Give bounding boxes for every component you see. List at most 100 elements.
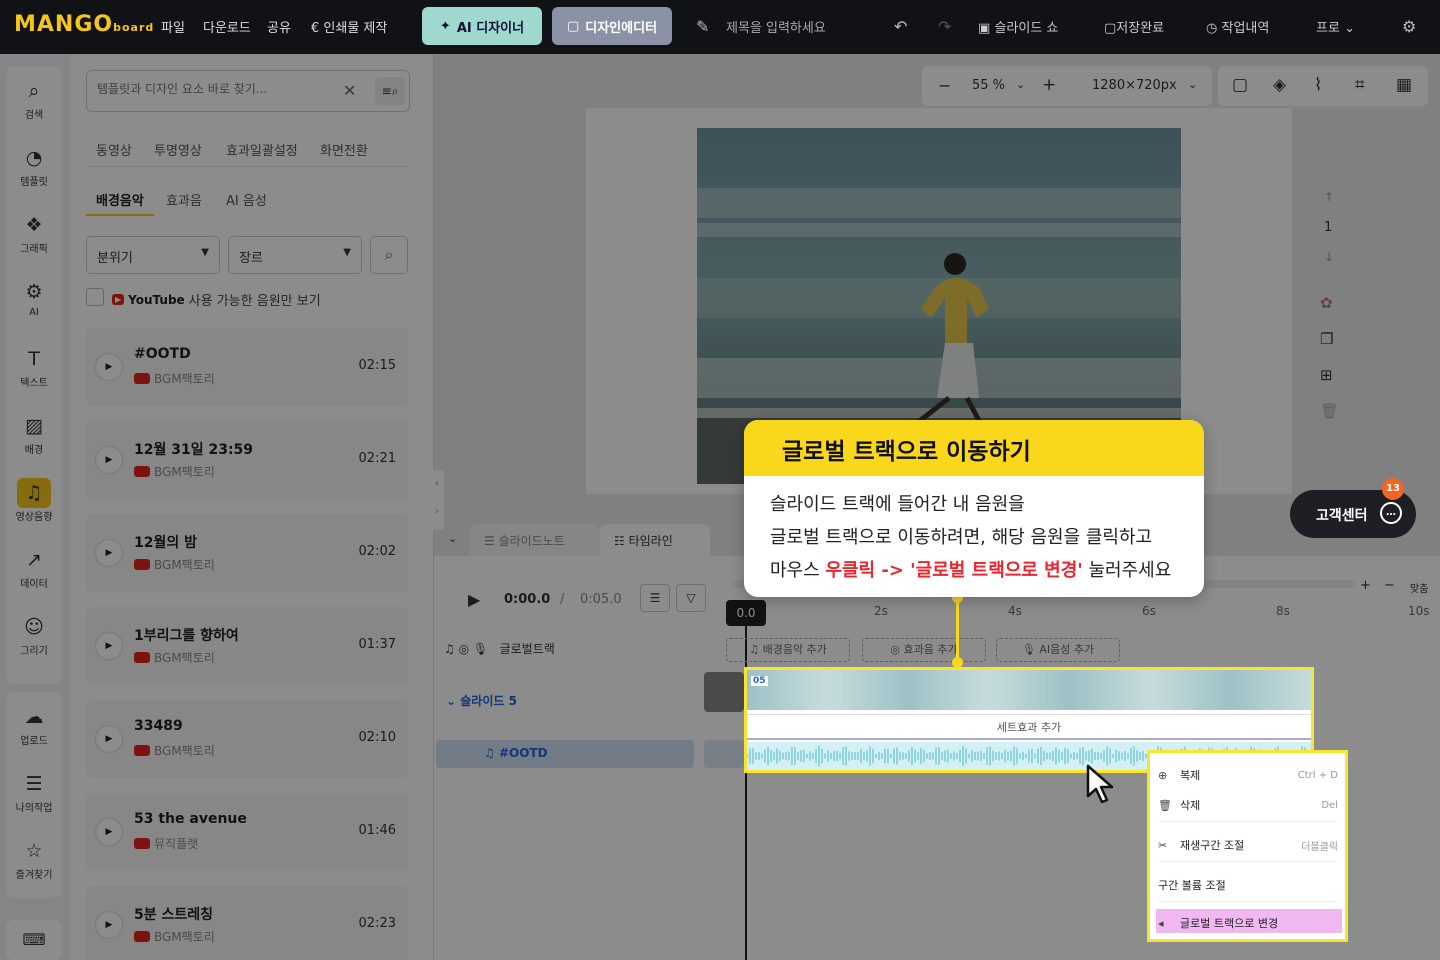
track-item[interactable]: ▶ 5분 스트레칭 BGM팩토리 02:23	[86, 886, 408, 960]
add-ai-voice-button[interactable]: 🎙 AI음성 추가	[996, 638, 1120, 662]
tab-bgm[interactable]: 배경음악	[96, 190, 144, 209]
layers-icon[interactable]: ◈	[1273, 75, 1286, 95]
tab-timeline[interactable]: ☷ 타임라인	[600, 524, 710, 556]
zoom-in-icon[interactable]: +	[1042, 75, 1056, 95]
track-item[interactable]: ▶ 33489 BGM팩토리 02:10	[86, 700, 408, 778]
rail-my-work[interactable]: ☰ 나의작업	[6, 773, 62, 814]
history-button[interactable]: ◷ 작업내역	[1206, 17, 1269, 36]
settings-icon[interactable]: ⚙	[1402, 17, 1416, 36]
canvas-size[interactable]: 1280×720px	[1092, 78, 1177, 93]
tab-ai-voice[interactable]: AI 음성	[226, 190, 267, 209]
slideshow-button[interactable]: ▣ 슬라이드 쇼	[978, 17, 1058, 36]
logo[interactable]: MANGOboard	[14, 12, 154, 37]
add-page-icon[interactable]: ⊞	[1320, 366, 1333, 384]
search-icon[interactable]: ⌕	[370, 236, 408, 274]
panel-collapse-handle[interactable]: ‹ ›	[430, 470, 444, 530]
tab-effect-batch[interactable]: 효과일괄설정	[226, 140, 298, 159]
plan-dropdown[interactable]: 프로 ⌄	[1316, 17, 1355, 36]
add-sfx-button[interactable]: ◎ 효과음 추가	[862, 638, 986, 662]
zoom-level[interactable]: 55 %	[972, 78, 1005, 93]
filter-search-icon[interactable]: ≡⌕	[375, 77, 405, 105]
redo-icon[interactable]: ↷	[938, 17, 951, 36]
undo-icon[interactable]: ↶	[894, 17, 907, 36]
title-input[interactable]: 제목을 입력하세요	[726, 17, 826, 36]
track-item[interactable]: ▶ 12월의 밤 BGM팩토리 02:02	[86, 514, 408, 592]
subtitle-icon[interactable]: ☰	[640, 584, 670, 612]
tab-sfx[interactable]: 효과음	[166, 190, 202, 209]
mood-dropdown[interactable]: 분위기 ▼	[86, 236, 220, 274]
genre-dropdown[interactable]: 장르 ▼	[228, 236, 362, 274]
keyboard-icon[interactable]: ⌨	[6, 920, 62, 960]
rail-draw[interactable]: ☺ 그리기	[6, 616, 62, 657]
save-status[interactable]: ▢저장완료	[1104, 17, 1164, 36]
divider	[86, 166, 410, 167]
slide-thumbnail[interactable]	[704, 672, 744, 712]
ruler-icon[interactable]: ⌇	[1314, 75, 1322, 95]
menu-print[interactable]: € 인쇄물 제작	[311, 17, 387, 36]
close-icon[interactable]: ✕	[343, 81, 356, 100]
track-item[interactable]: ▶ 53 the avenue 뮤직플랫 01:46	[86, 793, 408, 871]
fit-icon[interactable]: ⌗	[1355, 75, 1365, 95]
menu-file[interactable]: 파일	[161, 17, 185, 36]
play-icon[interactable]: ▶	[96, 912, 122, 938]
play-icon[interactable]: ▶	[96, 633, 122, 659]
track-item[interactable]: ▶ 1부리그를 향하여 BGM팩토리 01:37	[86, 607, 408, 685]
ai-designer-button[interactable]: ✦ AI 디자이너	[422, 7, 542, 45]
divider	[1158, 821, 1338, 822]
menu-download[interactable]: 다운로드	[203, 17, 251, 36]
play-icon[interactable]: ▶	[96, 540, 122, 566]
grid-icon[interactable]: ▦	[1396, 75, 1412, 95]
copy-icon[interactable]: ❐	[1320, 330, 1333, 348]
chevron-down-icon[interactable]: ⌄	[1016, 78, 1025, 91]
filter-icon[interactable]: ▽	[676, 584, 706, 612]
menu-trim[interactable]: ✂ 재생구간 조절 더블클릭	[1158, 837, 1338, 853]
rail-background[interactable]: ▨ 배경	[6, 415, 62, 456]
play-icon[interactable]: ▶	[96, 819, 122, 845]
tab-transparent-video[interactable]: 투명영상	[154, 140, 202, 159]
color-palette-icon[interactable]: ✿	[1320, 294, 1333, 312]
slide-track-label[interactable]: ⌄ 슬라이드 5	[446, 692, 517, 709]
rail-upload[interactable]: ☁ 업로드	[6, 706, 62, 747]
tab-video[interactable]: 동영상	[96, 140, 132, 159]
fit-button[interactable]: 맞춤	[1410, 580, 1428, 595]
zoom-out-icon[interactable]: −	[938, 76, 951, 95]
track-item[interactable]: ▶ 12월 31일 23:59 BGM팩토리 02:21	[86, 421, 408, 499]
rail-graphic[interactable]: ❖ 그래픽	[6, 214, 62, 255]
youtube-checkbox[interactable]	[86, 288, 104, 306]
play-icon[interactable]: ▶	[96, 447, 122, 473]
rail-media[interactable]: ♫ 영상음향	[6, 478, 62, 523]
arrow-down-icon[interactable]: ↓	[1324, 250, 1334, 264]
play-icon[interactable]: ▶	[96, 354, 122, 380]
help-center-button[interactable]: 고객센터 … 13	[1290, 478, 1416, 538]
callout-line2: 글로벌 트랙으로 이동하려면, 해당 음원을 클릭하고	[770, 527, 1153, 548]
chevron-down-icon[interactable]: ⌄	[1188, 78, 1197, 91]
menu-delete[interactable]: 🗑 삭제 Del	[1158, 797, 1338, 813]
menu-copy[interactable]: ⊕ 복제 Ctrl + D	[1158, 767, 1338, 783]
add-bgm-button[interactable]: ♫ 배경음악 추가	[726, 638, 850, 662]
rail-text[interactable]: T 텍스트	[6, 348, 62, 389]
chevron-down-icon[interactable]: ⌄	[448, 532, 457, 545]
tab-slide-notes[interactable]: ☰ 슬라이드노트	[470, 524, 600, 556]
menu-share[interactable]: 공유	[267, 17, 291, 36]
play-icon[interactable]: ▶	[96, 726, 122, 752]
sticker-icon[interactable]: ▢	[1232, 75, 1248, 95]
arrow-up-icon[interactable]: ↑	[1324, 190, 1334, 204]
play-icon[interactable]: ▶	[468, 590, 480, 609]
tab-transition[interactable]: 화면전환	[320, 140, 368, 159]
zoom-in-icon[interactable]: +	[1360, 578, 1371, 593]
trash-icon[interactable]: 🗑	[1320, 402, 1339, 420]
menu-to-global[interactable]: ◂ 글로벌 트랙으로 변경	[1158, 915, 1338, 931]
track-item[interactable]: ▶ #OOTD BGM팩토리 02:15	[86, 328, 408, 406]
playhead-label[interactable]: 0.0	[726, 600, 766, 626]
rail-favorite[interactable]: ☆ 즐겨찾기	[6, 840, 62, 881]
clip-add-effect[interactable]: 세트효과 추가	[747, 714, 1311, 740]
rail-data[interactable]: ↗ 데이터	[6, 549, 62, 590]
design-editor-button[interactable]: ▢ 디자인에디터	[552, 7, 672, 45]
search-input[interactable]	[97, 82, 327, 96]
audio-chip[interactable]: ♫ #OOTD	[436, 740, 694, 768]
menu-volume[interactable]: 구간 볼륨 조절	[1158, 877, 1338, 893]
rail-search[interactable]: ⌕ 검색	[6, 80, 62, 121]
rail-ai[interactable]: ⚙ AI	[6, 281, 62, 318]
rail-template[interactable]: ◔ 템플릿	[6, 147, 62, 188]
zoom-out-icon[interactable]: −	[1384, 578, 1395, 593]
